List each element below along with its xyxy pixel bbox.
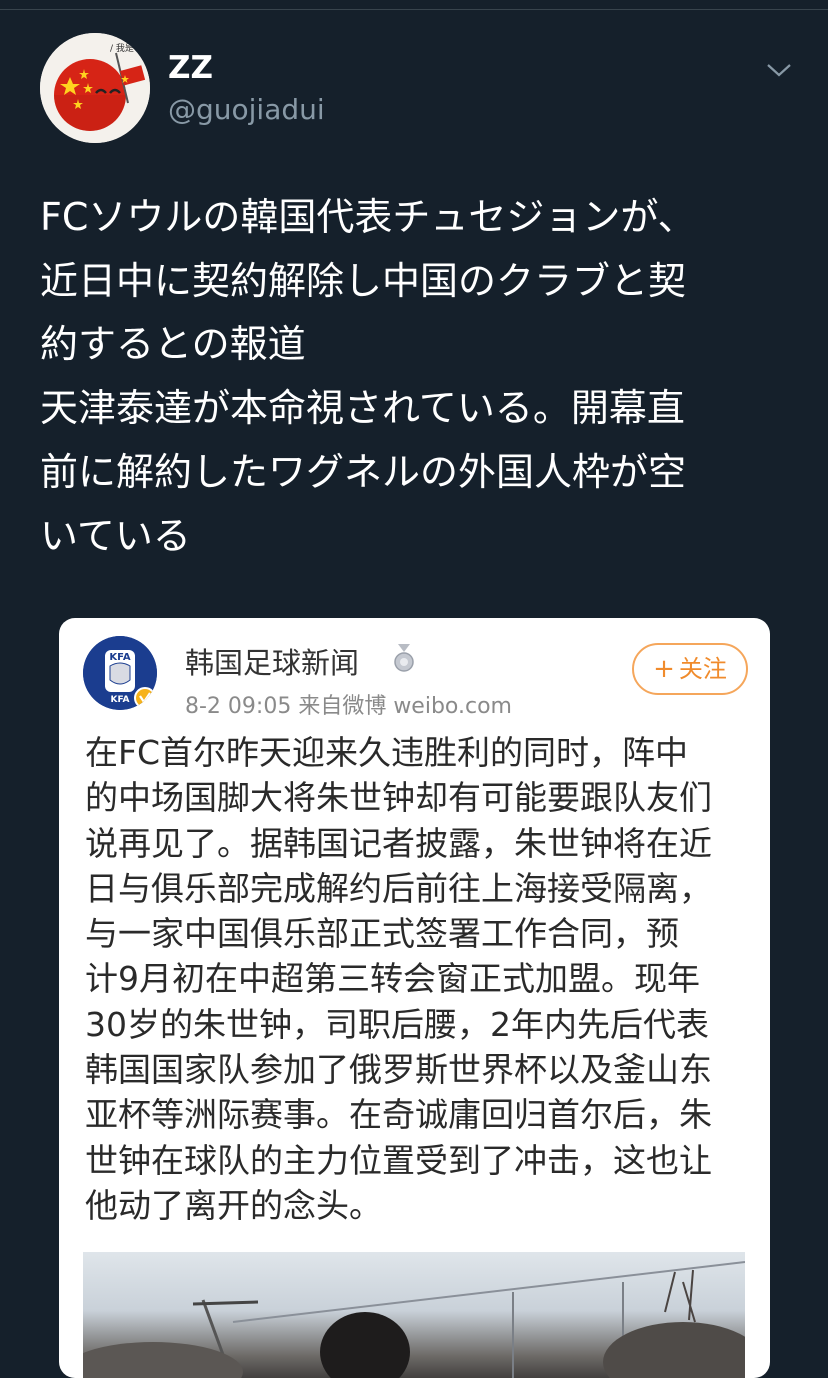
top-divider bbox=[0, 9, 828, 10]
kfa-logo-top-text: KFA bbox=[109, 652, 130, 663]
plus-icon: + bbox=[653, 654, 675, 684]
kfa-avatar: KFA KFA bbox=[83, 636, 157, 710]
display-name[interactable]: ZZ bbox=[168, 50, 213, 86]
kfa-logo-bottom-text: KFA bbox=[110, 695, 129, 705]
weibo-post-body: 在FC首尔昨天迎来久违胜利的同时，阵中 的中场国脚大将朱世钟却有可能要跟队友们 … bbox=[85, 733, 712, 1225]
post-meta: 8-2 09:05 来自微博 weibo.com bbox=[185, 694, 512, 719]
post-photo[interactable] bbox=[83, 1252, 745, 1378]
follow-button[interactable]: + 关注 bbox=[632, 643, 748, 695]
embedded-weibo-image[interactable]: KFA KFA 韩国足球新闻 8-2 09:05 来自微博 weibo.com … bbox=[59, 618, 770, 1378]
svg-text:/ 我是: / 我是 bbox=[110, 43, 134, 54]
user-avatar[interactable]: / 我是 bbox=[40, 33, 150, 143]
medal-icon bbox=[393, 644, 415, 674]
tweet-text: FCソウルの韓国代表チュセジョンが、 近日中に契約解除し中国のクラブと契 約する… bbox=[40, 195, 696, 558]
chevron-down-icon[interactable] bbox=[764, 56, 794, 86]
verified-v-icon bbox=[134, 687, 156, 709]
user-handle[interactable]: @guojiadui bbox=[168, 93, 325, 126]
weibo-account-name[interactable]: 韩国足球新闻 bbox=[185, 640, 359, 682]
follow-label: 关注 bbox=[678, 655, 727, 683]
